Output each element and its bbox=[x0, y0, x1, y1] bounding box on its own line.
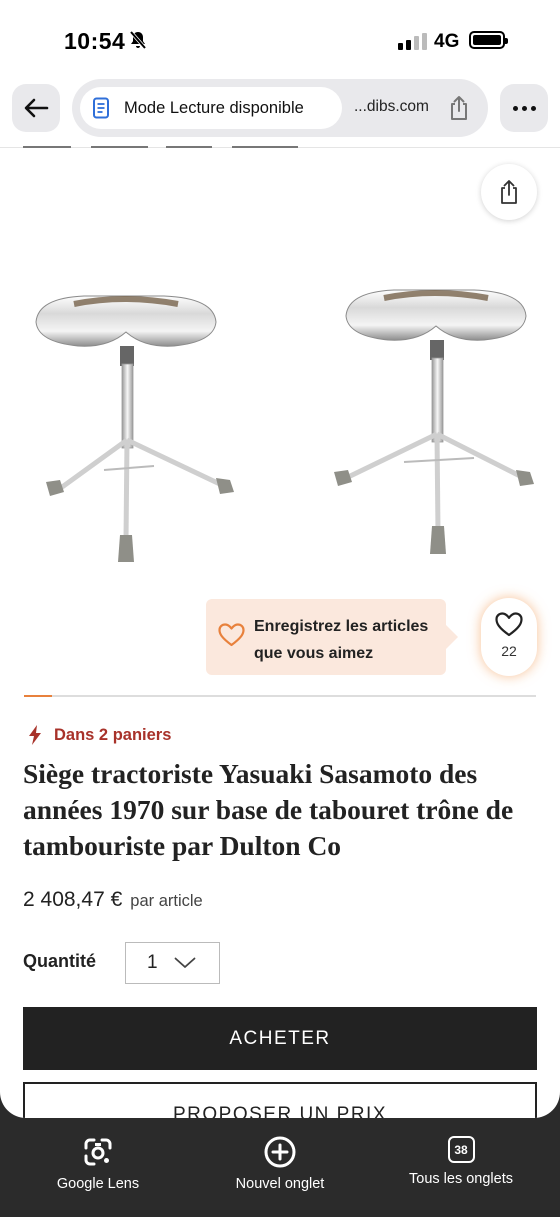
save-items-tooltip: Enregistrez les articles que vous aimez bbox=[206, 599, 458, 675]
back-button[interactable] bbox=[12, 84, 60, 132]
breadcrumb-link[interactable] bbox=[23, 146, 71, 148]
tabs-icon: 38 bbox=[447, 1136, 475, 1163]
make-offer-button[interactable]: PROPOSER UN PRIX bbox=[23, 1082, 537, 1118]
signal-icon bbox=[398, 33, 427, 50]
network-type: 4G bbox=[434, 31, 460, 52]
favorite-button[interactable]: 22 bbox=[481, 598, 537, 676]
share-icon[interactable] bbox=[448, 95, 470, 121]
stool-left bbox=[35, 295, 234, 562]
lightning-icon bbox=[29, 725, 41, 745]
share-icon bbox=[501, 180, 517, 204]
breadcrumb-link[interactable] bbox=[166, 146, 212, 148]
reader-doc-icon bbox=[93, 97, 109, 119]
new-tab-label: Nouvel onglet bbox=[235, 1176, 325, 1192]
all-tabs-button[interactable]: 38 Tous les onglets bbox=[406, 1136, 516, 1187]
price: 2 408,47 € bbox=[23, 888, 123, 911]
all-tabs-label: Tous les onglets bbox=[409, 1171, 513, 1187]
plus-circle-icon bbox=[264, 1136, 296, 1168]
carousel-progress-fill bbox=[24, 695, 53, 697]
status-bar: 10:54 4G bbox=[0, 0, 560, 78]
share-button[interactable] bbox=[481, 164, 537, 220]
carousel-progress bbox=[24, 695, 536, 697]
tooltip-text: Enregistrez les articles que vous aimez bbox=[254, 618, 429, 662]
chevron-down-icon bbox=[174, 957, 195, 968]
quantity-label: Quantité bbox=[23, 951, 97, 971]
more-options-button[interactable] bbox=[500, 84, 548, 132]
heart-icon bbox=[495, 612, 523, 637]
battery-icon bbox=[469, 31, 508, 49]
carts-indicator: Dans 2 paniers bbox=[28, 725, 171, 745]
favorite-count: 22 bbox=[501, 643, 517, 659]
product-title: Siège tractoriste Yasuaki Sasamoto des a… bbox=[23, 758, 514, 861]
breadcrumb-link[interactable] bbox=[91, 146, 148, 148]
quantity-select[interactable]: 1 bbox=[125, 942, 220, 984]
reader-mode-label: Mode Lecture disponible bbox=[124, 98, 304, 117]
heart-icon bbox=[218, 623, 245, 647]
lens-icon bbox=[84, 1138, 112, 1166]
bell-slash-icon bbox=[129, 30, 147, 50]
breadcrumb-link[interactable] bbox=[232, 146, 298, 148]
google-lens-label: Google Lens bbox=[56, 1176, 140, 1192]
stool-right bbox=[334, 289, 534, 554]
back-arrow-icon bbox=[24, 98, 49, 118]
buy-button[interactable]: ACHETER bbox=[23, 1007, 537, 1070]
carts-text: Dans 2 paniers bbox=[54, 725, 172, 744]
quantity-value: 1 bbox=[147, 952, 158, 973]
screen: 10:54 4G Mode Lecture disponible ...dibs… bbox=[0, 0, 560, 1118]
product-image[interactable] bbox=[24, 270, 536, 580]
status-time: 10:54 bbox=[64, 28, 126, 54]
price-unit: par article bbox=[130, 892, 203, 910]
bottom-toolbar: Google Lens Nouvel onglet 38 Tous les on… bbox=[0, 1118, 560, 1217]
price-row: 2 408,47 € par article bbox=[23, 888, 203, 912]
url-bar[interactable]: Mode Lecture disponible ...dibs.com bbox=[72, 79, 488, 137]
more-dots-icon bbox=[512, 105, 518, 111]
reader-mode-button[interactable]: Mode Lecture disponible bbox=[80, 87, 342, 129]
google-lens-button[interactable]: Google Lens bbox=[56, 1136, 140, 1192]
url-domain[interactable]: ...dibs.com bbox=[354, 98, 429, 116]
new-tab-button[interactable]: Nouvel onglet bbox=[233, 1136, 327, 1192]
